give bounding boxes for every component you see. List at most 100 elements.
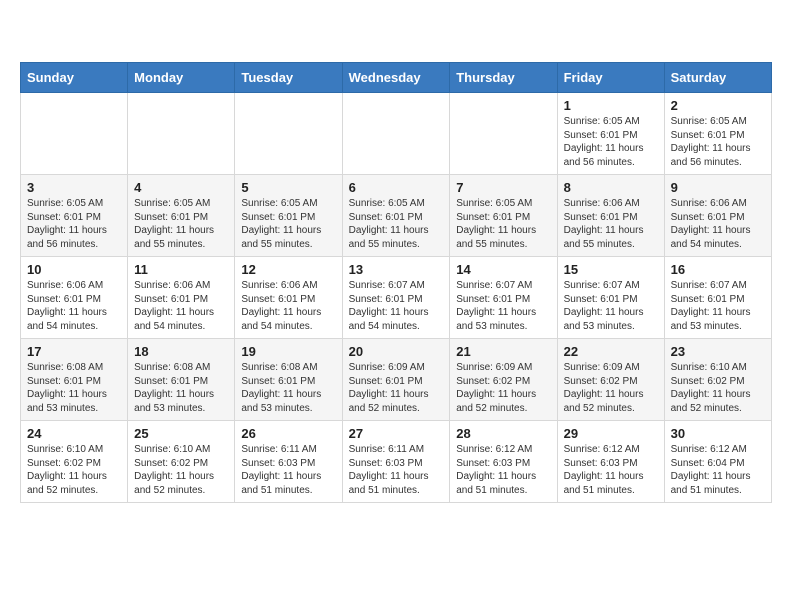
calendar-cell: 29Sunrise: 6:12 AMSunset: 6:03 PMDayligh… xyxy=(557,421,664,503)
calendar-cell: 11Sunrise: 6:06 AMSunset: 6:01 PMDayligh… xyxy=(128,257,235,339)
day-info: Sunrise: 6:10 AMSunset: 6:02 PMDaylight:… xyxy=(134,443,228,497)
weekday-header-friday: Friday xyxy=(557,63,664,93)
calendar-cell: 23Sunrise: 6:10 AMSunset: 6:02 PMDayligh… xyxy=(664,339,771,421)
calendar-cell: 17 Sunrise: 6:08 AMSunset: 6:01 PMDayligh… xyxy=(21,339,128,421)
week-row-1: 1 Sunrise: 6:05 AMSunset: 6:01 PMDaylight… xyxy=(21,93,772,175)
day-info: Sunrise: 6:10 AMSunset: 6:02 PMDaylight:… xyxy=(27,443,121,497)
calendar-cell xyxy=(235,93,342,175)
day-number: 26 xyxy=(241,426,335,441)
calendar-cell: 3 Sunrise: 6:05 AMSunset: 6:01 PMDaylight… xyxy=(21,175,128,257)
day-number: 28 xyxy=(456,426,550,441)
day-info: Sunrise: 6:05 AMSunset: 6:01 PMDaylight:… xyxy=(241,197,335,251)
day-number: 9 xyxy=(671,180,765,195)
day-info: Sunrise: 6:09 AMSunset: 6:02 PMDaylight:… xyxy=(456,361,550,415)
week-row-5: 24 Sunrise: 6:10 AMSunset: 6:02 PMDayligh… xyxy=(21,421,772,503)
calendar-cell: 25 Sunrise: 6:10 AMSunset: 6:02 PMDayligh… xyxy=(128,421,235,503)
day-number: 11 xyxy=(134,262,228,277)
calendar-cell: 14 Sunrise: 6:07 AMSunset: 6:01 PMDayligh… xyxy=(450,257,557,339)
day-number: 3 xyxy=(27,180,121,195)
day-info: Sunrise: 6:08 AMSunset: 6:01 PMDaylight:… xyxy=(27,361,121,415)
calendar-cell: 26 Sunrise: 6:11 AMSunset: 6:03 PMDayligh… xyxy=(235,421,342,503)
day-number: 14 xyxy=(456,262,550,277)
day-number: 25 xyxy=(134,426,228,441)
day-info: Sunrise: 6:07 AMSunset: 6:01 PMDaylight:… xyxy=(564,279,658,333)
calendar-cell: 22 Sunrise: 6:09 AMSunset: 6:02 PMDayligh… xyxy=(557,339,664,421)
calendar-cell: 30 Sunrise: 6:12 AMSunset: 6:04 PMDayligh… xyxy=(664,421,771,503)
calendar-cell xyxy=(128,93,235,175)
day-number: 18 xyxy=(134,344,228,359)
day-number: 30 xyxy=(671,426,765,441)
calendar-cell: 27 Sunrise: 6:11 AMSunset: 6:03 PMDayligh… xyxy=(342,421,450,503)
logo xyxy=(20,20,50,48)
day-info: Sunrise: 6:06 AMSunset: 6:01 PMDaylight:… xyxy=(27,279,121,333)
day-number: 15 xyxy=(564,262,658,277)
weekday-header-thursday: Thursday xyxy=(450,63,557,93)
day-number: 24 xyxy=(27,426,121,441)
calendar-header-row: SundayMondayTuesdayWednesdayThursdayFrid… xyxy=(21,63,772,93)
calendar-cell: 19 Sunrise: 6:08 AMSunset: 6:01 PMDayligh… xyxy=(235,339,342,421)
day-info: Sunrise: 6:05 AMSunset: 6:01 PMDaylight:… xyxy=(349,197,444,251)
calendar-cell: 13 Sunrise: 6:07 AMSunset: 6:01 PMDayligh… xyxy=(342,257,450,339)
day-info: Sunrise: 6:09 AMSunset: 6:02 PMDaylight:… xyxy=(564,361,658,415)
calendar-cell: 18 Sunrise: 6:08 AMSunset: 6:01 PMDayligh… xyxy=(128,339,235,421)
day-info: Sunrise: 6:05 AMSunset: 6:01 PMDaylight:… xyxy=(27,197,121,251)
day-info: Sunrise: 6:06 AMSunset: 6:01 PMDaylight:… xyxy=(241,279,335,333)
day-info: Sunrise: 6:05 AMSunset: 6:01 PMDaylight:… xyxy=(134,197,228,251)
day-info: Sunrise: 6:12 AMSunset: 6:03 PMDaylight:… xyxy=(564,443,658,497)
day-number: 19 xyxy=(241,344,335,359)
weekday-header-tuesday: Tuesday xyxy=(235,63,342,93)
calendar-cell: 16Sunrise: 6:07 AMSunset: 6:01 PMDayligh… xyxy=(664,257,771,339)
day-info: Sunrise: 6:08 AMSunset: 6:01 PMDaylight:… xyxy=(134,361,228,415)
day-info: Sunrise: 6:05 AMSunset: 6:01 PMDaylight:… xyxy=(564,115,658,169)
day-info: Sunrise: 6:07 AMSunset: 6:01 PMDaylight:… xyxy=(349,279,444,333)
day-number: 7 xyxy=(456,180,550,195)
calendar-cell: 8Sunrise: 6:06 AMSunset: 6:01 PMDaylight… xyxy=(557,175,664,257)
day-number: 6 xyxy=(349,180,444,195)
day-info: Sunrise: 6:11 AMSunset: 6:03 PMDaylight:… xyxy=(241,443,335,497)
day-info: Sunrise: 6:12 AMSunset: 6:04 PMDaylight:… xyxy=(671,443,765,497)
calendar-cell: 2Sunrise: 6:05 AMSunset: 6:01 PMDaylight… xyxy=(664,93,771,175)
calendar-cell: 15 Sunrise: 6:07 AMSunset: 6:01 PMDayligh… xyxy=(557,257,664,339)
week-row-3: 10Sunrise: 6:06 AMSunset: 6:01 PMDayligh… xyxy=(21,257,772,339)
day-info: Sunrise: 6:06 AMSunset: 6:01 PMDaylight:… xyxy=(564,197,658,251)
header xyxy=(20,20,772,48)
logo-icon xyxy=(20,20,48,48)
day-number: 17 xyxy=(27,344,121,359)
day-info: Sunrise: 6:07 AMSunset: 6:01 PMDaylight:… xyxy=(456,279,550,333)
day-number: 22 xyxy=(564,344,658,359)
weekday-header-sunday: Sunday xyxy=(21,63,128,93)
day-number: 12 xyxy=(241,262,335,277)
day-info: Sunrise: 6:08 AMSunset: 6:01 PMDaylight:… xyxy=(241,361,335,415)
day-info: Sunrise: 6:11 AMSunset: 6:03 PMDaylight:… xyxy=(349,443,444,497)
day-number: 20 xyxy=(349,344,444,359)
page: SundayMondayTuesdayWednesdayThursdayFrid… xyxy=(0,0,792,513)
weekday-header-monday: Monday xyxy=(128,63,235,93)
calendar-cell: 20 Sunrise: 6:09 AMSunset: 6:01 PMDayligh… xyxy=(342,339,450,421)
calendar-cell: 5Sunrise: 6:05 AMSunset: 6:01 PMDaylight… xyxy=(235,175,342,257)
calendar-cell: 1 Sunrise: 6:05 AMSunset: 6:01 PMDaylight… xyxy=(557,93,664,175)
day-number: 1 xyxy=(564,98,658,113)
day-number: 21 xyxy=(456,344,550,359)
calendar-cell: 9 Sunrise: 6:06 AMSunset: 6:01 PMDaylight… xyxy=(664,175,771,257)
weekday-header-saturday: Saturday xyxy=(664,63,771,93)
calendar-cell: 12 Sunrise: 6:06 AMSunset: 6:01 PMDayligh… xyxy=(235,257,342,339)
calendar-cell: 21 Sunrise: 6:09 AMSunset: 6:02 PMDayligh… xyxy=(450,339,557,421)
day-info: Sunrise: 6:09 AMSunset: 6:01 PMDaylight:… xyxy=(349,361,444,415)
day-number: 27 xyxy=(349,426,444,441)
day-info: Sunrise: 6:06 AMSunset: 6:01 PMDaylight:… xyxy=(671,197,765,251)
day-info: Sunrise: 6:12 AMSunset: 6:03 PMDaylight:… xyxy=(456,443,550,497)
calendar-cell xyxy=(450,93,557,175)
calendar-table: SundayMondayTuesdayWednesdayThursdayFrid… xyxy=(20,62,772,503)
calendar-cell: 4Sunrise: 6:05 AMSunset: 6:01 PMDaylight… xyxy=(128,175,235,257)
calendar-cell: 7 Sunrise: 6:05 AMSunset: 6:01 PMDaylight… xyxy=(450,175,557,257)
calendar-cell: 10Sunrise: 6:06 AMSunset: 6:01 PMDayligh… xyxy=(21,257,128,339)
day-info: Sunrise: 6:05 AMSunset: 6:01 PMDaylight:… xyxy=(456,197,550,251)
calendar-cell: 6 Sunrise: 6:05 AMSunset: 6:01 PMDaylight… xyxy=(342,175,450,257)
calendar-cell xyxy=(342,93,450,175)
day-number: 13 xyxy=(349,262,444,277)
calendar-cell: 24 Sunrise: 6:10 AMSunset: 6:02 PMDayligh… xyxy=(21,421,128,503)
day-info: Sunrise: 6:10 AMSunset: 6:02 PMDaylight:… xyxy=(671,361,765,415)
calendar-cell xyxy=(21,93,128,175)
week-row-4: 17 Sunrise: 6:08 AMSunset: 6:01 PMDayligh… xyxy=(21,339,772,421)
week-row-2: 3 Sunrise: 6:05 AMSunset: 6:01 PMDaylight… xyxy=(21,175,772,257)
